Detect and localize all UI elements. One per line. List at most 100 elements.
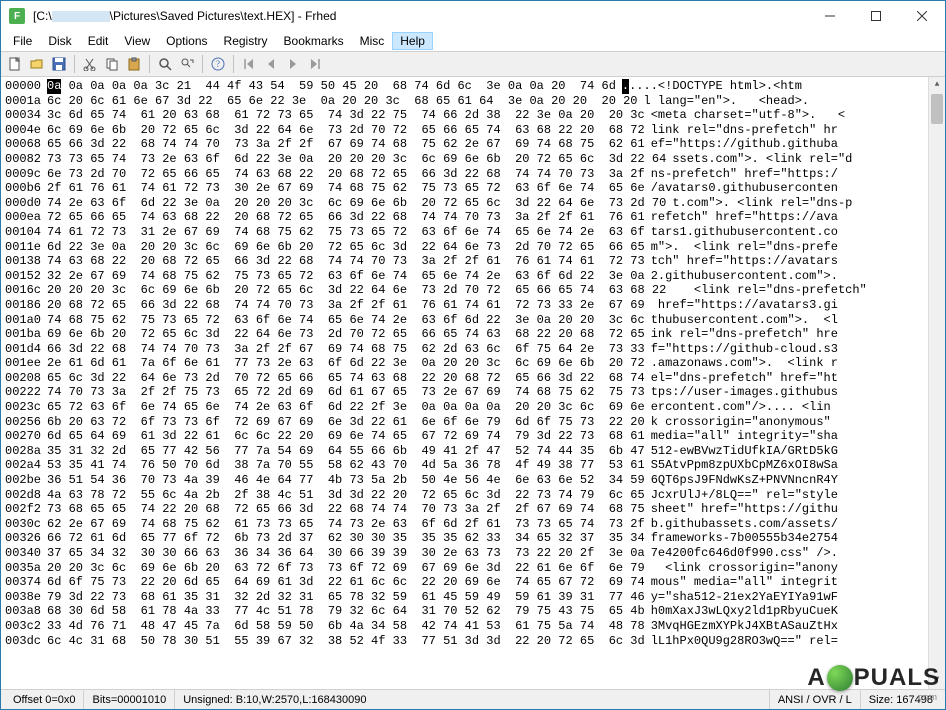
hex-row[interactable]: 0038e79 3d 22 73 68 61 35 31 32 2d 32 31… xyxy=(5,590,941,605)
ascii-cell[interactable]: <link crossorigin="anony xyxy=(651,561,838,576)
hex-row[interactable]: 001a074 68 75 62 75 73 65 72 63 6f 6e 74… xyxy=(5,313,941,328)
copy-icon[interactable] xyxy=(102,54,122,74)
menu-registry[interactable]: Registry xyxy=(216,32,276,50)
ascii-cell[interactable]: el="dns-prefetch" href="ht xyxy=(651,371,838,386)
scroll-thumb[interactable] xyxy=(931,94,943,124)
ascii-cell[interactable]: thubusercontent.com">. <l xyxy=(651,313,838,328)
hex-editor[interactable]: 000000a 0a 0a 0a 0a 3c 21 44 4f 43 54 59… xyxy=(1,77,945,689)
hex-row[interactable]: 002d84a 63 78 72 55 6c 4a 2b 2f 38 4c 51… xyxy=(5,488,941,503)
hex-bytes[interactable]: 74 63 68 22 20 68 72 65 66 3d 22 68 74 7… xyxy=(47,254,645,269)
hex-bytes[interactable]: 6b 20 63 72 6f 73 73 6f 72 69 67 69 6e 3… xyxy=(47,415,645,430)
ascii-cell[interactable]: h0mXaxJ3wLQxy2ld1pRbyuCueK xyxy=(651,604,838,619)
hex-cursor[interactable]: 0a xyxy=(47,79,61,94)
hex-bytes[interactable]: 2e 61 6d 61 7a 6f 6e 61 77 73 2e 63 6f 6… xyxy=(47,356,645,371)
ascii-cell[interactable]: y="sha512-21ex2YaEYIYa91wF xyxy=(651,590,838,605)
ascii-cell[interactable]: ssets.com">. <link rel="d xyxy=(672,152,852,167)
minimize-button[interactable] xyxy=(807,1,853,31)
close-button[interactable] xyxy=(899,1,945,31)
hex-row[interactable]: 000343c 6d 65 74 61 20 63 68 61 72 73 65… xyxy=(5,108,941,123)
hex-bytes[interactable]: 73 68 65 65 74 22 20 68 72 65 66 3d 22 6… xyxy=(47,502,645,517)
ascii-cell[interactable]: JcxrUlJ+/8LQ==" rel="style xyxy=(651,488,838,503)
hex-bytes[interactable]: 68 30 6d 58 61 78 4a 33 77 4c 51 78 79 3… xyxy=(47,604,645,619)
hex-bytes[interactable]: 33 4d 76 71 48 47 45 7a 6d 58 59 50 6b 4… xyxy=(47,619,645,634)
prev-icon[interactable] xyxy=(261,54,281,74)
ascii-cell[interactable]: tps://user-images.githubus xyxy=(651,385,838,400)
hex-bytes[interactable]: 6c 20 6c 61 6e 67 3d 22 65 6e 22 3e 0a 2… xyxy=(47,94,638,109)
ascii-cell[interactable]: link rel="dns-prefetch" hr xyxy=(651,123,838,138)
hex-bytes[interactable]: 62 2e 67 69 74 68 75 62 61 73 73 65 74 7… xyxy=(47,517,645,532)
ascii-cell[interactable]: .amazonaws.com">. <link r xyxy=(651,356,838,371)
ascii-cell[interactable]: t.com">. <link rel="dns-p xyxy=(672,196,852,211)
hex-bytes[interactable]: 74 70 73 3a 2f 2f 75 73 65 72 2d 69 6d 6… xyxy=(47,385,645,400)
ascii-cell[interactable]: 6QT6psJ9FNdwKsZ+PNVNncnR4Y xyxy=(651,473,838,488)
hex-row[interactable]: 0023c65 72 63 6f 6e 74 65 6e 74 2e 63 6f… xyxy=(5,400,941,415)
hex-row[interactable]: 0015232 2e 67 69 74 68 75 62 75 73 65 72… xyxy=(5,269,941,284)
hex-row[interactable]: 0030c62 2e 67 69 74 68 75 62 61 73 73 65… xyxy=(5,517,941,532)
ascii-cell[interactable]: refetch" href="https://ava xyxy=(651,210,838,225)
hex-bytes[interactable]: 36 51 54 36 70 73 4a 39 46 4e 64 77 4b 7… xyxy=(47,473,645,488)
ascii-cell[interactable]: .....<!DOCTYPE html>.<htm xyxy=(622,79,802,94)
hex-bytes[interactable]: 6d 22 3e 0a 20 20 3c 6c 69 6e 6b 20 72 6… xyxy=(47,240,645,255)
menu-bookmarks[interactable]: Bookmarks xyxy=(276,32,352,50)
hex-row[interactable]: 0009c6e 73 2d 70 72 65 66 65 74 63 68 22… xyxy=(5,167,941,182)
hex-row[interactable]: 003dc6c 4c 31 68 50 78 30 51 55 39 67 32… xyxy=(5,634,941,649)
ascii-cell[interactable]: mous" media="all" integrit xyxy=(651,575,838,590)
vertical-scrollbar[interactable]: ▲ ▼ xyxy=(928,77,945,689)
hex-bytes[interactable]: 74 61 72 73 31 2e 67 69 74 68 75 62 75 7… xyxy=(47,225,645,240)
hex-bytes[interactable]: 32 2e 67 69 74 68 75 62 75 73 65 72 63 6… xyxy=(47,269,645,284)
menu-misc[interactable]: Misc xyxy=(352,32,393,50)
hex-bytes[interactable]: 6e 73 2d 70 72 65 66 65 74 63 68 22 20 6… xyxy=(47,167,645,182)
ascii-cell[interactable]: S5AtvPpm8zpUXbCpMZ6xOI8wSa xyxy=(651,458,838,473)
ascii-cell[interactable]: media="all" integrity="sha xyxy=(651,429,838,444)
hex-row[interactable]: 0006865 66 3d 22 68 74 74 70 73 3a 2f 2f… xyxy=(5,137,941,152)
ascii-cell[interactable]: m">. <link rel="dns-prefe xyxy=(651,240,838,255)
ascii-cell[interactable]: k crossorigin="anonymous" xyxy=(651,415,838,430)
hex-bytes[interactable]: 4a 63 78 72 55 6c 4a 2b 2f 38 4c 51 3d 3… xyxy=(47,488,645,503)
hex-row[interactable]: 0032666 72 61 6d 65 77 6f 72 6b 73 2d 37… xyxy=(5,531,941,546)
hex-row[interactable]: 003a868 30 6d 58 61 78 4a 33 77 4c 51 78… xyxy=(5,604,941,619)
hex-row[interactable]: 002566b 20 63 72 6f 73 73 6f 72 69 67 69… xyxy=(5,415,941,430)
ascii-cell[interactable]: <link rel="dns-prefetch" xyxy=(672,283,866,298)
hex-row[interactable]: 0011e6d 22 3e 0a 20 20 3c 6c 69 6e 6b 20… xyxy=(5,240,941,255)
ascii-cell[interactable]: lL1hPx0QU9g28RO3wQ==" rel= xyxy=(651,634,838,649)
scroll-down-button[interactable]: ▼ xyxy=(929,672,945,689)
hex-bytes[interactable]: 66 3d 22 68 74 74 70 73 3a 2f 2f 67 69 7… xyxy=(47,342,645,357)
hex-row[interactable]: 000b62f 61 76 61 74 61 72 73 30 2e 67 69… xyxy=(5,181,941,196)
hex-row[interactable]: 001ee2e 61 6d 61 7a 6f 6e 61 77 73 2e 63… xyxy=(5,356,941,371)
save-icon[interactable] xyxy=(49,54,69,74)
ascii-cell[interactable]: 512-ewBVwzTidUfkIA/GRtD5kG xyxy=(651,444,838,459)
hex-row[interactable]: 0020865 6c 3d 22 64 6e 73 2d 70 72 65 66… xyxy=(5,371,941,386)
hex-row[interactable]: 000000a 0a 0a 0a 0a 3c 21 44 4f 43 54 59… xyxy=(5,79,941,94)
hex-row[interactable]: 002f273 68 65 65 74 22 20 68 72 65 66 3d… xyxy=(5,502,941,517)
hex-bytes[interactable]: 65 72 63 6f 6e 74 65 6e 74 2e 63 6f 6d 2… xyxy=(47,400,645,415)
hex-bytes[interactable]: 20 68 72 65 66 3d 22 68 74 74 70 73 3a 2… xyxy=(47,298,645,313)
hex-row[interactable]: 002be36 51 54 36 70 73 4a 39 46 4e 64 77… xyxy=(5,473,941,488)
ascii-cell[interactable]: ink rel="dns-prefetch" hre xyxy=(651,327,838,342)
menu-options[interactable]: Options xyxy=(158,32,215,50)
hex-row[interactable]: 0035a20 20 3c 6c 69 6e 6b 20 63 72 6f 73… xyxy=(5,561,941,576)
hex-bytes[interactable]: 53 35 41 74 76 50 70 6d 38 7a 70 55 58 6… xyxy=(47,458,645,473)
hex-bytes[interactable]: 20 20 3c 6c 69 6e 6b 20 63 72 6f 73 73 6… xyxy=(47,561,645,576)
menu-view[interactable]: View xyxy=(116,32,158,50)
hex-row[interactable]: 0028a35 31 32 2d 65 77 42 56 77 7a 54 69… xyxy=(5,444,941,459)
ascii-cell[interactable]: tch" href="https://avatars xyxy=(651,254,838,269)
hex-row[interactable]: 002a453 35 41 74 76 50 70 6d 38 7a 70 55… xyxy=(5,458,941,473)
hex-row[interactable]: 002706d 65 64 69 61 3d 22 61 6c 6c 22 20… xyxy=(5,429,941,444)
hex-row[interactable]: 0018620 68 72 65 66 3d 22 68 74 74 70 73… xyxy=(5,298,941,313)
scroll-track[interactable] xyxy=(929,94,945,672)
ascii-cell[interactable]: ns-prefetch" href="https:/ xyxy=(651,167,838,182)
hex-row[interactable]: 000ea72 65 66 65 74 63 68 22 20 68 72 65… xyxy=(5,210,941,225)
hex-bytes[interactable]: 69 6e 6b 20 72 65 6c 3d 22 64 6e 73 2d 7… xyxy=(47,327,645,342)
hex-row[interactable]: 0008273 73 65 74 73 2e 63 6f 6d 22 3e 0a… xyxy=(5,152,941,167)
hex-row[interactable]: 0001a6c 20 6c 61 6e 67 3d 22 65 6e 22 3e… xyxy=(5,94,941,109)
hex-row[interactable]: 0010474 61 72 73 31 2e 67 69 74 68 75 62… xyxy=(5,225,941,240)
hex-row[interactable]: 001d466 3d 22 68 74 74 70 73 3a 2f 2f 67… xyxy=(5,342,941,357)
ascii-cursor[interactable]: . xyxy=(622,79,629,94)
hex-bytes[interactable]: 66 72 61 6d 65 77 6f 72 6b 73 2d 37 62 3… xyxy=(47,531,645,546)
ascii-cell[interactable]: l lang="en">. <head>. xyxy=(644,94,831,109)
new-icon[interactable] xyxy=(5,54,25,74)
hex-row[interactable]: 0034037 65 34 32 30 30 66 63 36 34 36 64… xyxy=(5,546,941,561)
ascii-cell[interactable]: 2.githubusercontent.com">. xyxy=(651,269,838,284)
ascii-cell[interactable]: frameworks-7b00555b34e2754 xyxy=(651,531,838,546)
ascii-cell[interactable]: <meta charset="utf-8">. < xyxy=(651,108,845,123)
